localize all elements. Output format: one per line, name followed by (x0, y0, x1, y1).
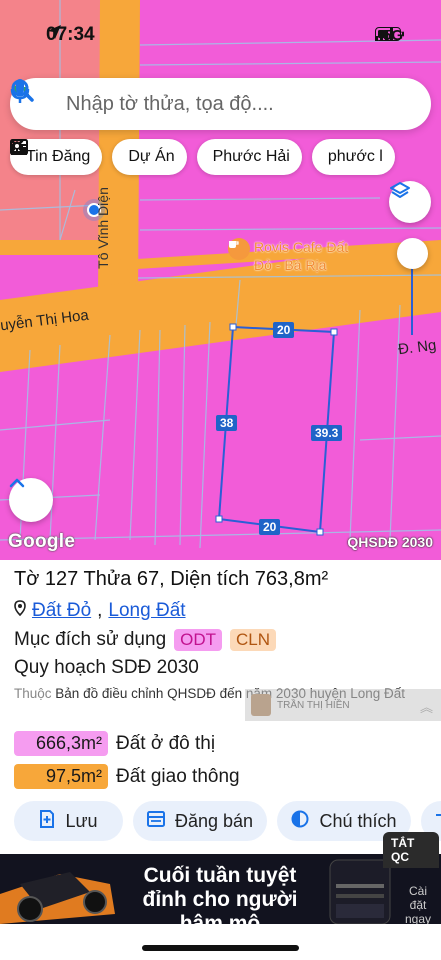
microphone-icon[interactable] (10, 79, 419, 121)
zone-label: Đất ở đô thị (116, 732, 216, 754)
dimension-right: 39.3 (311, 425, 343, 441)
parcel-address: Đất Đỏ, Long Đất (14, 600, 186, 622)
poi-name-line2: Đỏ - Bà Rịa (254, 257, 327, 273)
share-icon (434, 811, 441, 832)
status-bar: 07:34 5G (0, 0, 441, 70)
street-label-to-vinh-dien: Tô Vĩnh Diện (95, 187, 111, 269)
dimension-bottom: 20 (259, 519, 281, 535)
chip-label: Dự Án (128, 148, 175, 165)
filter-chips: Tin Đăng Dự Án Phước Hải phước l (10, 139, 395, 175)
purpose-label: Mục đích sử dụng (14, 629, 167, 650)
contrast-icon (291, 810, 309, 833)
zone-area: 666,3m² (14, 731, 108, 756)
ad-banner[interactable]: Cuối tuần tuyệt đỉnh cho người hâm mộ Cà… (0, 854, 441, 924)
chip-label: Tin Đăng (26, 148, 91, 165)
cafe-icon (228, 238, 250, 260)
listing-icon (146, 810, 165, 832)
double-chevron-icon: ︽ (419, 700, 433, 715)
ward-link[interactable]: Long Đất (108, 600, 185, 622)
home-indicator[interactable] (142, 945, 299, 951)
zone-area: 97,5m² (14, 764, 108, 789)
action-buttons: Lưu Đăng bán Chú thích (14, 801, 441, 841)
bookmark-add-icon (39, 809, 55, 833)
chip-phuoc-hai[interactable]: Phước Hải (10, 139, 302, 175)
opacity-slider-knob[interactable] (397, 238, 428, 269)
zone-label: Đất giao thông (116, 765, 240, 787)
layers-button[interactable] (389, 181, 431, 223)
poi-name-line1: Rovis Cafe Đất (254, 239, 349, 255)
purpose-badge-cln: CLN (230, 629, 277, 651)
post-sale-button[interactable]: Đăng bán (133, 801, 267, 841)
zone-transport: 97,5m² Đất giao thông (14, 764, 240, 789)
save-button[interactable]: Lưu (14, 801, 123, 841)
purpose-badge-odt: ODT (174, 629, 223, 651)
map-view[interactable]: 07:34 5G Tin Đăn (0, 0, 441, 560)
ad-headline: Cuối tuần tuyệt đỉnh cho người hâm mộ (142, 864, 298, 924)
ad-install-label[interactable]: Cài đặt ngay (401, 884, 435, 924)
status-time: 07:34 (46, 24, 95, 45)
poi-rovis-cafe[interactable]: Rovis Cafe Đất Đỏ - Bà Rịa (228, 238, 348, 274)
district-link[interactable]: Đất Đỏ (32, 600, 91, 622)
expand-sheet-button[interactable] (9, 478, 53, 522)
status-indicators: 5G (374, 27, 411, 44)
land-use-purpose: Mục đích sử dụng ODT CLN (14, 629, 277, 651)
chip-label: phước l (327, 148, 383, 165)
location-pin-icon (14, 600, 26, 622)
close-ad-button[interactable]: TẮT QC (383, 832, 439, 868)
google-logo: Google (8, 531, 76, 552)
zone-residential: 666,3m² Đất ở đô thị (14, 731, 215, 756)
watermark: TRẦN THỊ HIỀN ︽ (245, 689, 441, 721)
search-bar[interactable] (10, 78, 431, 130)
search-icon[interactable] (11, 79, 377, 121)
search-input[interactable] (66, 92, 343, 116)
dimension-top: 20 (273, 322, 295, 338)
dimension-left: 38 (216, 415, 238, 431)
chip-phuoc-l[interactable]: phước l (10, 139, 395, 175)
plan-title: Quy hoạch SDĐ 2030 (14, 657, 199, 678)
chip-label: Phước Hải (212, 148, 290, 165)
chip-du-an[interactable]: Dự Án (11, 139, 187, 175)
parcel-title: Tờ 127 Thửa 67, Diện tích 763,8m² (14, 568, 329, 590)
plan-layer-label: QHSDĐ 2030 (347, 534, 433, 550)
avatar (251, 694, 271, 716)
